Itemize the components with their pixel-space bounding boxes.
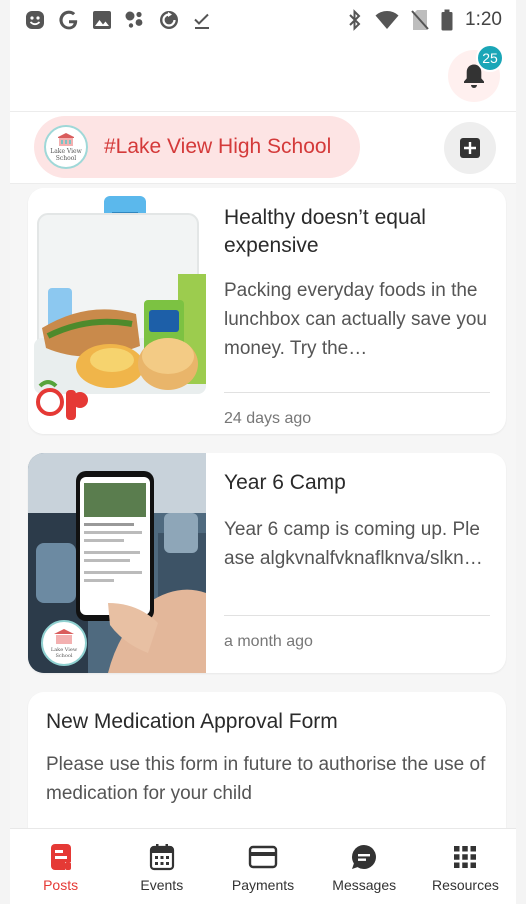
nav-posts[interactable]: Posts [10,829,111,904]
gallery-icon [92,10,112,30]
posts-icon [50,844,71,870]
post-body: Year 6 Camp Year 6 camp is coming up. Pl… [224,469,490,673]
wifi-icon [375,10,399,30]
refresh-icon [158,9,180,31]
post-title: New Medication Approval Form [46,710,338,733]
assistant-icon [124,9,146,31]
post-divider [224,392,490,393]
nav-payments-label: Payments [231,877,295,893]
status-bar: 1:20 [10,0,516,40]
post-excerpt: Packing everyday foods in the lunchbox c… [224,280,487,359]
post-body: Healthy doesn’t equal expensive Packing … [224,204,490,434]
smile-icon [24,9,46,31]
post-excerpt: Please use this form in future to author… [46,754,486,804]
posts-feed[interactable]: Healthy doesn’t equal expensive Packing … [10,184,516,828]
nav-messages[interactable]: Messages [314,829,415,904]
post-title: Healthy doesn’t equal expensive [224,206,426,257]
notifications-button[interactable]: 25 [448,44,504,102]
school-crest-icon [58,133,74,146]
nav-resources[interactable]: Resources [415,829,516,904]
battery-icon [441,9,453,31]
nav-events[interactable]: Events [111,829,212,904]
notification-count-badge: 25 [476,44,504,72]
add-school-button[interactable] [444,122,496,174]
school-logo-text: Lake View School [50,148,82,162]
post-thumbnail-phone: Lake View School [28,453,206,673]
add-icon [460,138,480,158]
check-icon [192,10,212,30]
post-card[interactable]: Lake View School Year 6 Camp Year 6 camp… [28,453,506,673]
thumb-logo-text: Lake View School [50,647,78,659]
grid-icon [454,846,477,868]
post-card[interactable]: New Medication Approval Form Please use … [28,692,506,828]
post-card[interactable]: Healthy doesn’t equal expensive Packing … [28,188,506,434]
post-excerpt: Year 6 camp is coming up. Please algkvna… [224,519,483,569]
nav-payments[interactable]: Payments [212,829,313,904]
post-title: Year 6 Camp [224,471,346,494]
post-timestamp: a month ago [224,633,313,650]
post-timestamp: 24 days ago [224,410,312,427]
bottom-navigation: Posts Events Payments Messages Resources [10,828,516,904]
app-header: 25 [10,40,516,112]
school-logo: Lake View School [44,125,88,169]
bluetooth-icon [347,9,363,31]
school-name: #Lake View High School [104,135,332,158]
nav-events-label: Events [140,877,184,893]
card-icon [248,845,278,869]
no-sim-icon [411,9,429,31]
post-divider [224,615,490,616]
nav-posts-label: Posts [43,877,79,893]
school-selector-chip[interactable]: Lake View School #Lake View High School [34,116,360,178]
nav-messages-label: Messages [332,877,397,893]
google-icon [58,9,80,31]
status-time: 1:20 [465,9,502,30]
calendar-icon [149,844,174,871]
post-thumbnail-lunchbox [28,188,206,434]
post-body: New Medication Approval Form Please use … [46,708,492,808]
school-row: Lake View School #Lake View High School [10,112,516,184]
chat-icon [352,845,377,869]
nav-resources-label: Resources [431,877,499,893]
